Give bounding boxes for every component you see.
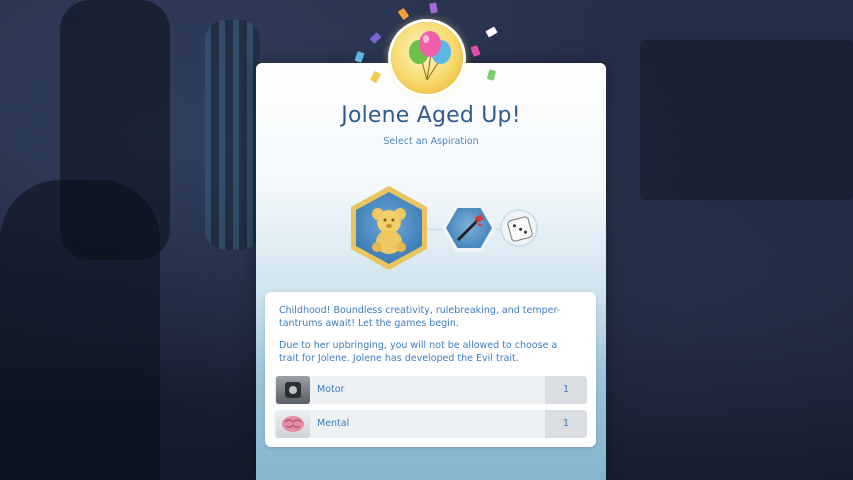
- brain-icon: [276, 410, 310, 438]
- dice-pip: [512, 223, 517, 228]
- background-chair: [0, 180, 160, 480]
- background-sim-striped-shirt: [205, 20, 260, 250]
- motor-graphic: [285, 382, 301, 398]
- confetti: [429, 2, 438, 14]
- motor-skill-icon: [276, 376, 310, 404]
- dialog-subtitle: Select an Aspiration: [383, 136, 479, 147]
- balloons-graphic: [409, 31, 451, 81]
- skill-label-motor: Motor: [317, 384, 345, 395]
- skill-value-mental: 1: [545, 410, 587, 438]
- dice-pip: [523, 230, 528, 235]
- dice-pip: [518, 227, 522, 231]
- description-paragraph-childhood: Childhood! Boundless creativity, rulebre…: [279, 305, 561, 329]
- skill-value-motor: 1: [545, 376, 587, 404]
- dialog-title: Jolene Aged Up!: [341, 103, 521, 128]
- skill-label-mental: Mental: [317, 418, 350, 429]
- description-paragraph-trait: Due to her upbringing, you will not be a…: [279, 340, 558, 364]
- background-window: [640, 40, 853, 200]
- brain-graphic: [282, 416, 304, 432]
- balloons-icon: [391, 22, 463, 94]
